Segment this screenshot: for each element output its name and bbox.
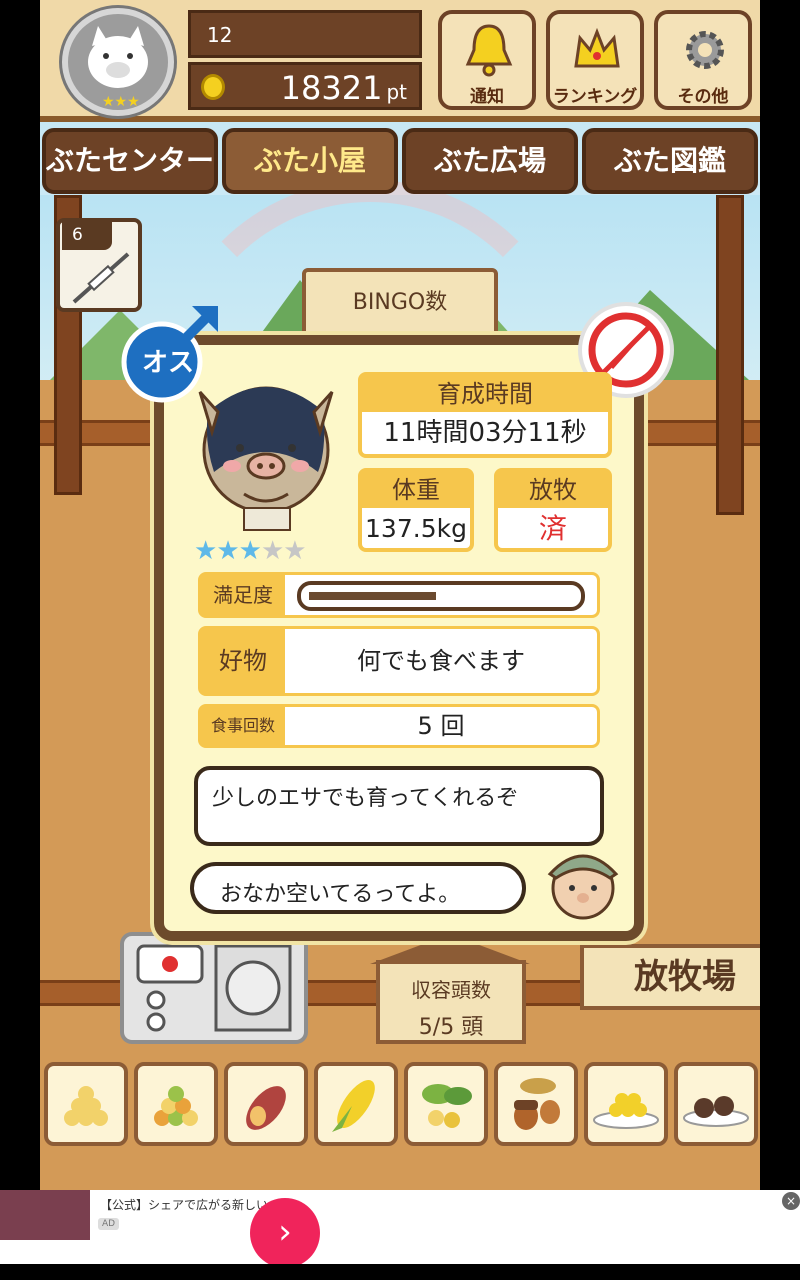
farmer-message-text: おなか空いてるってよ。	[220, 882, 461, 907]
meals-value: 5 回	[417, 712, 465, 740]
meat-plate-icon	[683, 1096, 749, 1127]
player-level: 12	[188, 10, 422, 58]
grazing-status: 済	[538, 512, 567, 545]
chevron-right-icon: ›	[278, 1212, 292, 1252]
star-icon: ★	[216, 536, 239, 566]
description-text: 少しのエサでも育ってくれるぞ	[212, 786, 519, 811]
capacity-sign: 収容頭数 5/5 頭	[376, 960, 526, 1044]
fan-meter-icon	[136, 944, 292, 1032]
weight-box: 体重 137.5kg	[358, 468, 474, 552]
star-icon: ★	[260, 536, 284, 566]
favorite-value: 何でも食べます	[357, 647, 525, 675]
description-bubble: 少しのエサでも育ってくれるぞ	[194, 766, 604, 846]
tab-buta-koya[interactable]: ぶた小屋	[222, 128, 398, 194]
item-count: 6	[62, 220, 112, 250]
system-nav-bar	[0, 1264, 800, 1280]
weight-value: 137.5kg	[365, 514, 467, 543]
satisfaction-gauge	[297, 581, 585, 611]
ad-open-button[interactable]: ›	[250, 1198, 320, 1268]
grain-icon	[64, 1086, 108, 1126]
food-slot-vegetable-mix[interactable]	[404, 1062, 488, 1146]
fence-post	[716, 195, 744, 515]
raising-time-label: 育成時間	[362, 376, 608, 412]
food-slot-mixed-grain[interactable]	[134, 1062, 218, 1146]
food-slot-grain[interactable]	[44, 1062, 128, 1146]
acorn-icon	[514, 1078, 560, 1130]
meals-row: 食事回数 5 回	[198, 704, 600, 748]
pig-portrait	[198, 386, 334, 531]
tab-buta-zukan[interactable]: ぶた図鑑	[582, 128, 758, 194]
satisfaction-label: 満足度	[201, 575, 285, 615]
bell-icon	[465, 24, 513, 77]
crown-icon	[574, 27, 620, 68]
ranking-button[interactable]: ランキング	[546, 10, 644, 110]
grazing-box: 放牧 済	[494, 468, 612, 552]
other-label: その他	[677, 87, 729, 107]
points-box: 18321 pt	[188, 62, 422, 110]
ranking-label: ランキング	[552, 87, 638, 107]
notification-label: 通知	[470, 87, 504, 107]
svg-text:★★★: ★★★	[102, 94, 140, 110]
notification-button[interactable]: 通知	[438, 10, 536, 110]
mixed-grain-icon	[154, 1086, 198, 1126]
vegetable-mix-icon	[422, 1084, 472, 1128]
coin-icon	[201, 74, 225, 100]
pig-face-icon: ★★★	[88, 26, 148, 110]
weight-label: 体重	[362, 472, 470, 508]
corn-icon	[332, 1080, 375, 1132]
player-avatar[interactable]: ★★★	[62, 8, 174, 116]
close-icon: ×	[785, 1194, 797, 1208]
pasture-button[interactable]: 放牧場	[580, 944, 760, 1010]
food-slot-acorn[interactable]	[494, 1062, 578, 1146]
ad-thumbnail[interactable]	[0, 1190, 90, 1240]
syringe-icon	[72, 252, 130, 304]
farmer-face-icon	[547, 854, 619, 920]
grazing-label: 放牧	[498, 472, 608, 508]
control-panel[interactable]	[120, 932, 308, 1044]
favorite-label: 好物	[201, 629, 285, 693]
other-button[interactable]: その他	[654, 10, 752, 110]
ad-close-button[interactable]: ×	[782, 1192, 800, 1210]
raising-time-box: 育成時間 11時間03分11秒	[358, 372, 612, 458]
star-icon: ★	[283, 536, 306, 566]
raising-time-value: 11時間03分11秒	[383, 418, 587, 448]
favorite-row: 好物 何でも食べます	[198, 626, 600, 696]
points-value: 18321	[280, 69, 383, 107]
bingo-sign: BINGO数	[302, 268, 498, 338]
points-unit: pt	[386, 80, 407, 104]
ad-text[interactable]: 【公式】シェアで広がる新しい...	[100, 1196, 279, 1213]
star-icon: ★	[194, 536, 217, 566]
tab-buta-center[interactable]: ぶたセンター	[42, 128, 218, 194]
satisfaction-row: 満足度	[198, 572, 600, 618]
food-slot-corn[interactable]	[314, 1062, 398, 1146]
syringe-item-card[interactable]: 6	[56, 218, 142, 312]
sweet-potato-icon	[246, 1086, 286, 1130]
capacity-label: 収容頭数	[411, 978, 491, 1002]
capacity-value: 5/5 頭	[418, 1015, 484, 1040]
grain-plate-icon	[593, 1093, 659, 1129]
farmer-message-bubble: おなか空いてるってよ。	[190, 862, 526, 914]
meals-label: 食事回数	[201, 707, 285, 745]
gear-icon	[686, 31, 724, 69]
ad-banner[interactable]: 【公式】シェアで広がる新しい... AD › ×	[0, 1190, 800, 1268]
satisfaction-gauge-fill	[309, 592, 436, 600]
ad-label: AD	[98, 1218, 120, 1230]
star-icon: ★	[238, 536, 262, 566]
food-slot-meat-plate[interactable]	[674, 1062, 758, 1146]
top-bar: ★★★ 12 18321 pt 通知 ランキング その他	[40, 0, 760, 122]
food-slot-sweet-potato[interactable]	[224, 1062, 308, 1146]
rarity-stars: ★★★★★	[194, 536, 307, 566]
tab-buta-hiroba[interactable]: ぶた広場	[402, 128, 578, 194]
food-slot-grain-plate[interactable]	[584, 1062, 668, 1146]
